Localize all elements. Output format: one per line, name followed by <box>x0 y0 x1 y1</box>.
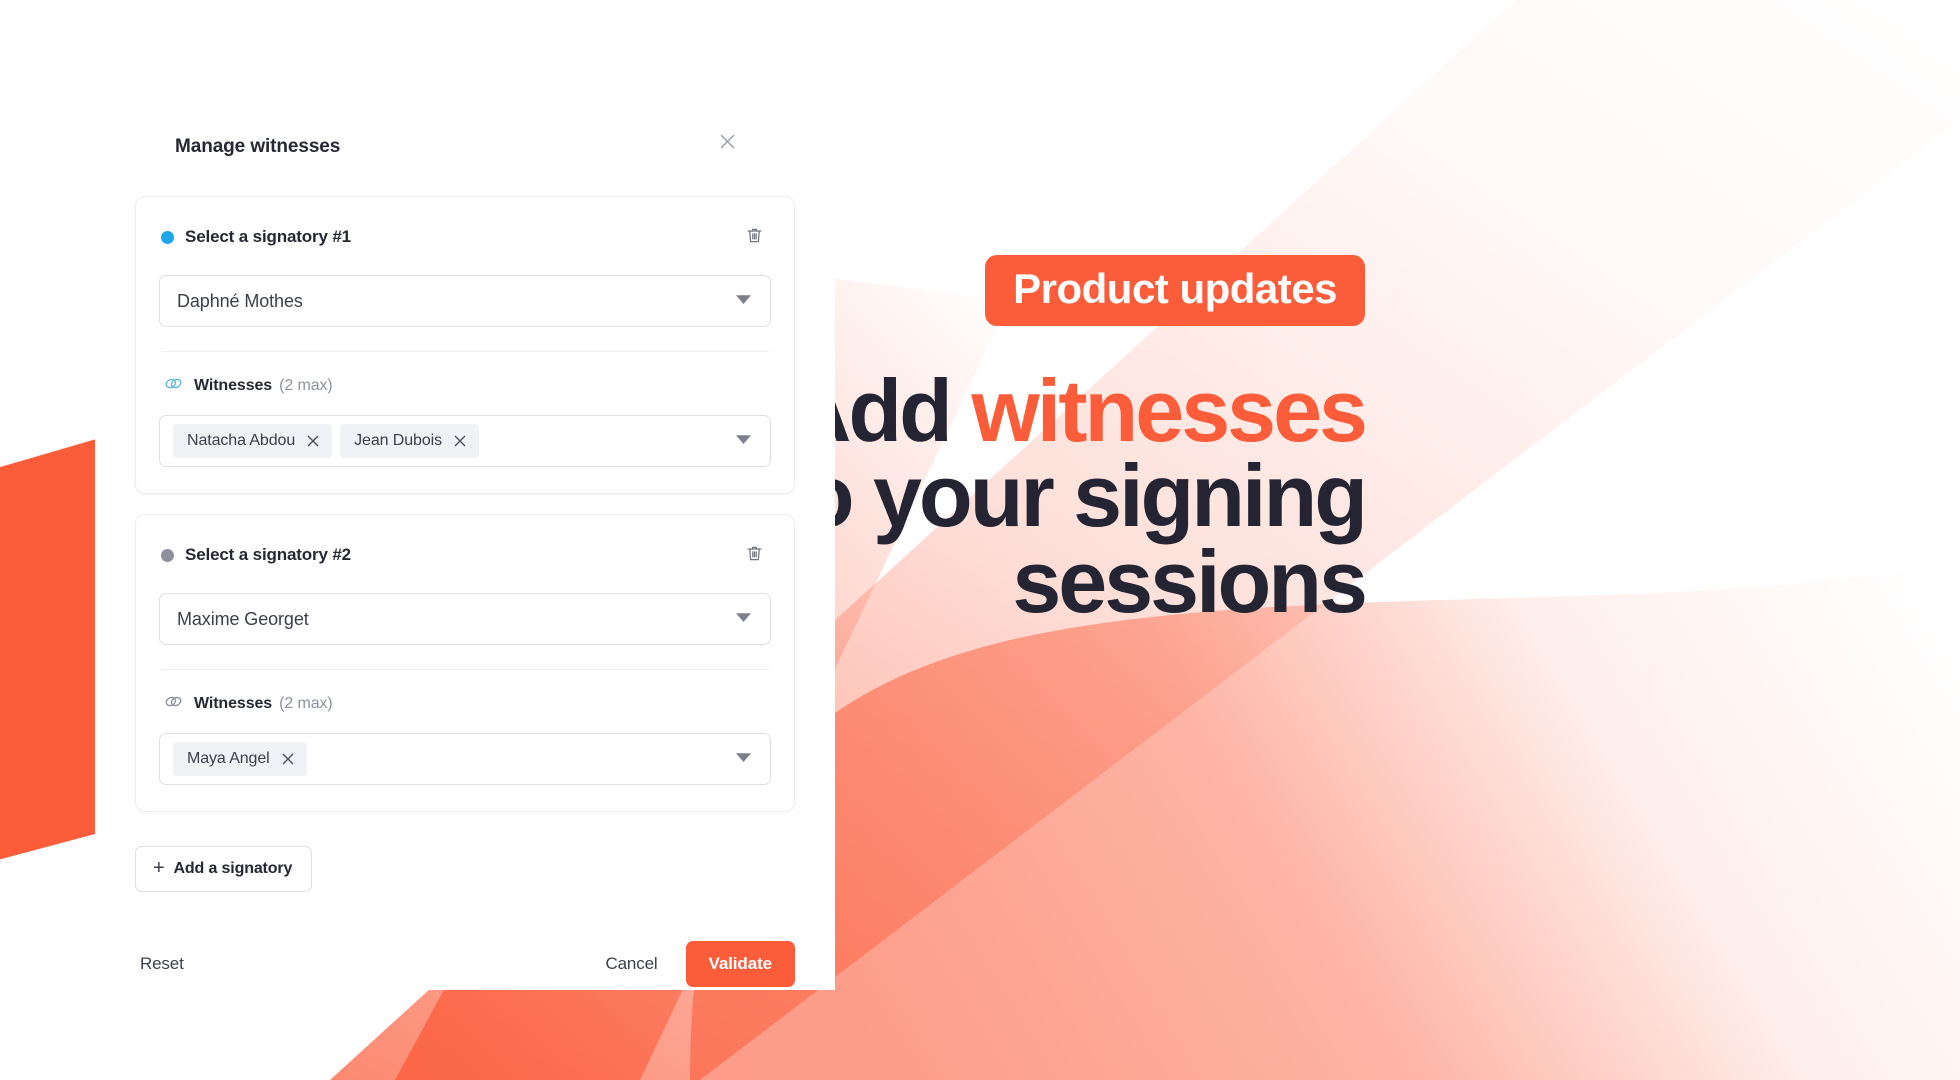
modal-header: Manage witnesses <box>135 125 795 161</box>
page-title: Manage witnesses <box>175 136 341 157</box>
signatory-label: Select a signatory #2 <box>185 545 351 564</box>
trash-icon <box>745 226 764 248</box>
chevron-down-icon <box>735 750 752 768</box>
validate-button[interactable]: Validate <box>685 941 795 987</box>
signatory-card: Select a signatory #1 Daphné Mothes Witn… <box>135 196 795 494</box>
close-icon <box>717 131 738 155</box>
witness-max-count: (2 max) <box>279 377 333 394</box>
witness-select[interactable]: Natacha Abdou Jean Dubois <box>159 415 771 467</box>
signatory-select-value: Daphné Mothes <box>177 290 303 311</box>
signatory-card: Select a signatory #2 Maxime Georget Wit… <box>135 514 795 812</box>
signatory-card-header: Select a signatory #2 <box>159 541 771 569</box>
cancel-button[interactable]: Cancel <box>604 948 660 980</box>
signatory-card-header: Select a signatory #1 <box>159 223 771 251</box>
witness-chip-label: Maya Angel <box>187 750 270 767</box>
link-icon <box>163 375 184 397</box>
card-divider <box>161 351 769 352</box>
footer-actions: Cancel Validate <box>604 941 795 987</box>
witness-header: Witnesses (2 max) <box>159 375 771 397</box>
remove-witness-button[interactable] <box>279 750 297 768</box>
close-button[interactable] <box>709 125 745 161</box>
witness-max-count: (2 max) <box>279 695 333 712</box>
signatory-card-header-left: Select a signatory #2 <box>161 545 351 565</box>
signatory-select[interactable]: Maxime Georget <box>159 593 771 645</box>
witness-label: Witnesses <box>194 377 273 394</box>
trash-icon <box>745 544 764 566</box>
link-icon <box>163 693 184 715</box>
witness-select[interactable]: Maya Angel <box>159 733 771 785</box>
witness-chip-list: Natacha Abdou Jean Dubois <box>173 424 727 458</box>
delete-signatory-button[interactable] <box>742 541 767 569</box>
reset-button[interactable]: Reset <box>138 948 186 980</box>
witness-label: Witnesses <box>194 695 273 712</box>
signatory-label: Select a signatory #1 <box>185 227 351 246</box>
signatory-status-dot <box>161 548 174 562</box>
chevron-down-icon <box>735 432 752 450</box>
remove-witness-button[interactable] <box>304 432 322 450</box>
bg-left-quad-shape <box>0 435 110 860</box>
witness-header: Witnesses (2 max) <box>159 693 771 715</box>
witness-chip-list: Maya Angel <box>173 742 727 776</box>
add-signatory-label: Add a signatory <box>173 860 293 877</box>
witness-chip-label: Jean Dubois <box>354 432 442 449</box>
signatory-card-list: Select a signatory #1 Daphné Mothes Witn… <box>135 196 795 812</box>
witness-chip-label: Natacha Abdou <box>187 432 296 449</box>
card-divider <box>161 669 769 670</box>
manage-witnesses-modal: Manage witnesses Select a signatory #1 D… <box>95 0 835 990</box>
witness-chip: Natacha Abdou <box>173 424 333 458</box>
chevron-down-icon <box>735 610 752 628</box>
plus-icon: + <box>153 857 165 879</box>
chevron-down-icon <box>735 292 752 310</box>
delete-signatory-button[interactable] <box>742 223 767 251</box>
witness-chip: Jean Dubois <box>340 424 479 458</box>
remove-witness-button[interactable] <box>451 432 469 450</box>
add-signatory-button[interactable]: + Add a signatory <box>135 846 313 892</box>
witness-chip: Maya Angel <box>173 742 307 776</box>
modal-footer: Reset Cancel Validate <box>135 941 795 987</box>
signatory-select-value: Maxime Georget <box>177 608 309 629</box>
signatory-status-dot <box>161 230 174 244</box>
signatory-select[interactable]: Daphné Mothes <box>159 275 771 327</box>
signatory-card-header-left: Select a signatory #1 <box>161 227 351 247</box>
